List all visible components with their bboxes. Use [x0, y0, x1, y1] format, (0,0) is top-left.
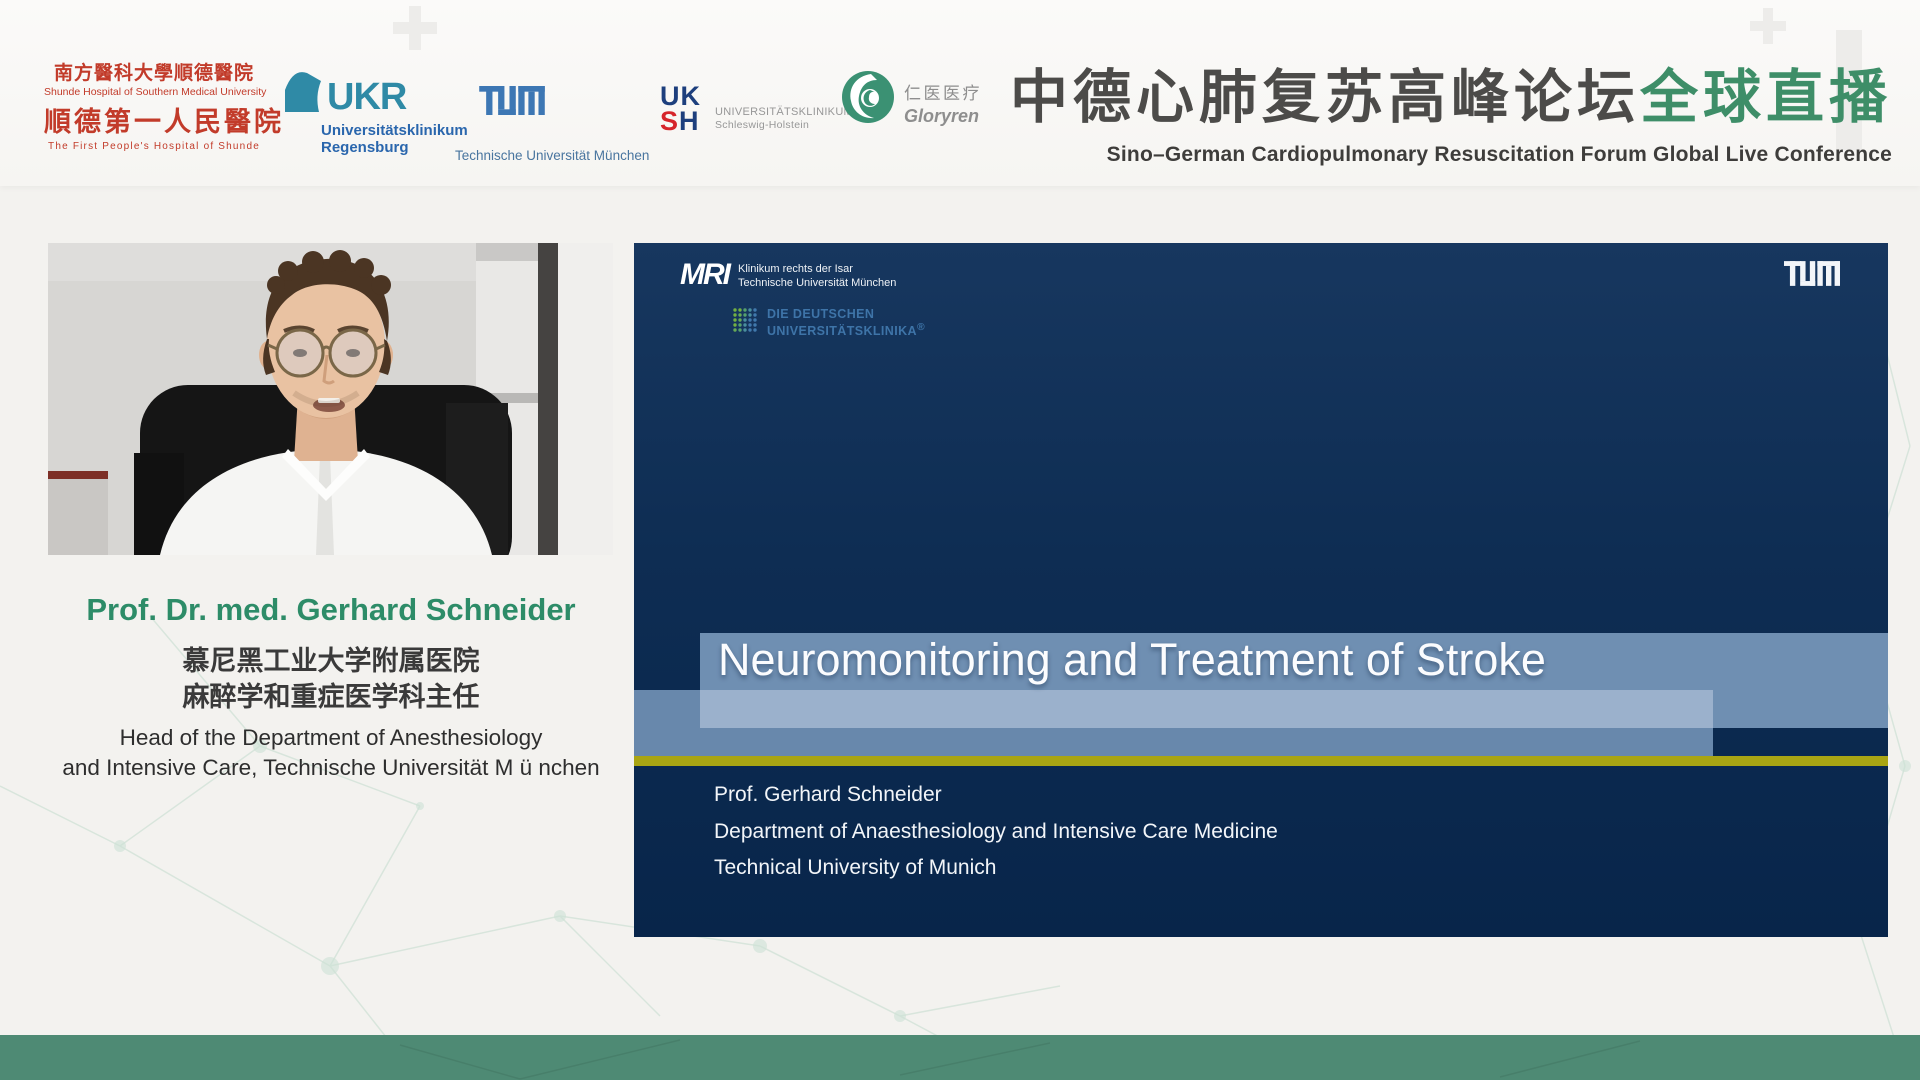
shunde-alt-name-en: The First People's Hospital of Shunde [44, 141, 264, 152]
mri-wordmark: MRI [680, 259, 729, 291]
logo-gloryren: 仁医医疗 Gloryren [841, 70, 982, 129]
logo-ukr: UKR Universitätsklinikum Regensburg [283, 66, 468, 156]
speaker-portrait [48, 243, 613, 555]
conference-title-live: 全球直播 [1640, 63, 1892, 131]
slide-university: Technical University of Munich [714, 856, 996, 880]
slide-panel: MRI Klinikum rechts der Isar Technische … [634, 243, 1888, 937]
slide-dept: Department of Anaesthesiology and Intens… [714, 820, 1278, 844]
bottom-bar-pattern [0, 1035, 1920, 1080]
uksh-name-line2: Schleswig-Holstein [715, 119, 853, 132]
speaker-info: Prof. Dr. med. Gerhard Schneider 慕尼黑工业大学… [18, 592, 644, 783]
uksh-abbr-h: H [679, 106, 700, 136]
conference-subtitle: Sino–German Cardiopulmonary Resuscitatio… [1010, 143, 1892, 167]
gloryren-swirl-icon [841, 70, 895, 129]
tum-name: Technische Universität München [455, 148, 665, 163]
conference-title-zh: 中德心肺复苏高峰论坛 [1010, 63, 1640, 131]
speaker-affiliation-en-2: and Intensive Care, Technische Universit… [18, 753, 644, 783]
slide-tum-logo-icon [1784, 261, 1840, 291]
logo-tum-header: Technische Universität München [455, 86, 665, 163]
mri-line2: Technische Universität München [738, 277, 896, 291]
shunde-alt-name-zh: 順德第一人民醫院 [44, 100, 264, 139]
duk-logo: DIE DEUTSCHEN UNIVERSITÄTSKLINIKA® [732, 307, 925, 338]
tum-logo-icon [479, 86, 665, 120]
slide-divider-yellow [634, 756, 1888, 766]
logo-shunde-hospital: 南方醫科大學順德醫院 Shunde Hospital of Southern M… [44, 58, 264, 152]
shunde-name-zh: 南方醫科大學順德醫院 [44, 58, 264, 85]
slide-band-overlap [700, 690, 1713, 728]
speaker-name: Prof. Dr. med. Gerhard Schneider [18, 592, 644, 628]
speaker-affiliation-en-1: Head of the Department of Anesthesiology [18, 723, 644, 753]
gloryren-name-en: Gloryren [904, 106, 982, 127]
speaker-affiliation-zh-1: 慕尼黑工业大学附属医院 [18, 643, 644, 679]
live-stream-frame: 南方醫科大學順德醫院 Shunde Hospital of Southern M… [0, 0, 1920, 1080]
slide-author: Prof. Gerhard Schneider [714, 783, 942, 807]
slide-title: Neuromonitoring and Treatment of Stroke [718, 634, 1546, 686]
conference-title-block: 中德心肺复苏高峰论坛全球直播 Sino–German Cardiopulmona… [1010, 50, 1892, 167]
ukr-wave-icon [283, 66, 325, 117]
speaker-affiliation-zh-2: 麻醉学和重症医学科主任 [18, 679, 644, 715]
uksh-name-line1: UNIVERSITÄTSKLINIKUM [715, 106, 853, 119]
duk-registered-mark: ® [917, 322, 925, 333]
ukr-name-line1: Universitätsklinikum [321, 122, 468, 139]
logo-uksh: UK SH UNIVERSITÄTSKLINIKUM Schleswig-Hol… [660, 84, 853, 134]
duk-line1: DIE DEUTSCHEN [767, 307, 925, 321]
speaker-video [48, 243, 613, 555]
mri-logo: MRI Klinikum rechts der Isar Technische … [680, 259, 896, 291]
ukr-name-line2: Regensburg [321, 139, 468, 156]
bottom-bar [0, 1035, 1920, 1080]
ukr-abbr: UKR [327, 77, 406, 117]
mri-line1: Klinikum rechts der Isar [738, 263, 896, 277]
duk-line2: UNIVERSITÄTSKLINIKA [767, 324, 917, 338]
duk-dot-grid-icon [732, 307, 757, 338]
shunde-name-en: Shunde Hospital of Southern Medical Univ… [44, 86, 264, 98]
uksh-abbr-s: S [660, 106, 679, 136]
header-bar: 南方醫科大學順德醫院 Shunde Hospital of Southern M… [0, 0, 1920, 186]
gloryren-name-zh: 仁医医疗 [904, 79, 982, 104]
